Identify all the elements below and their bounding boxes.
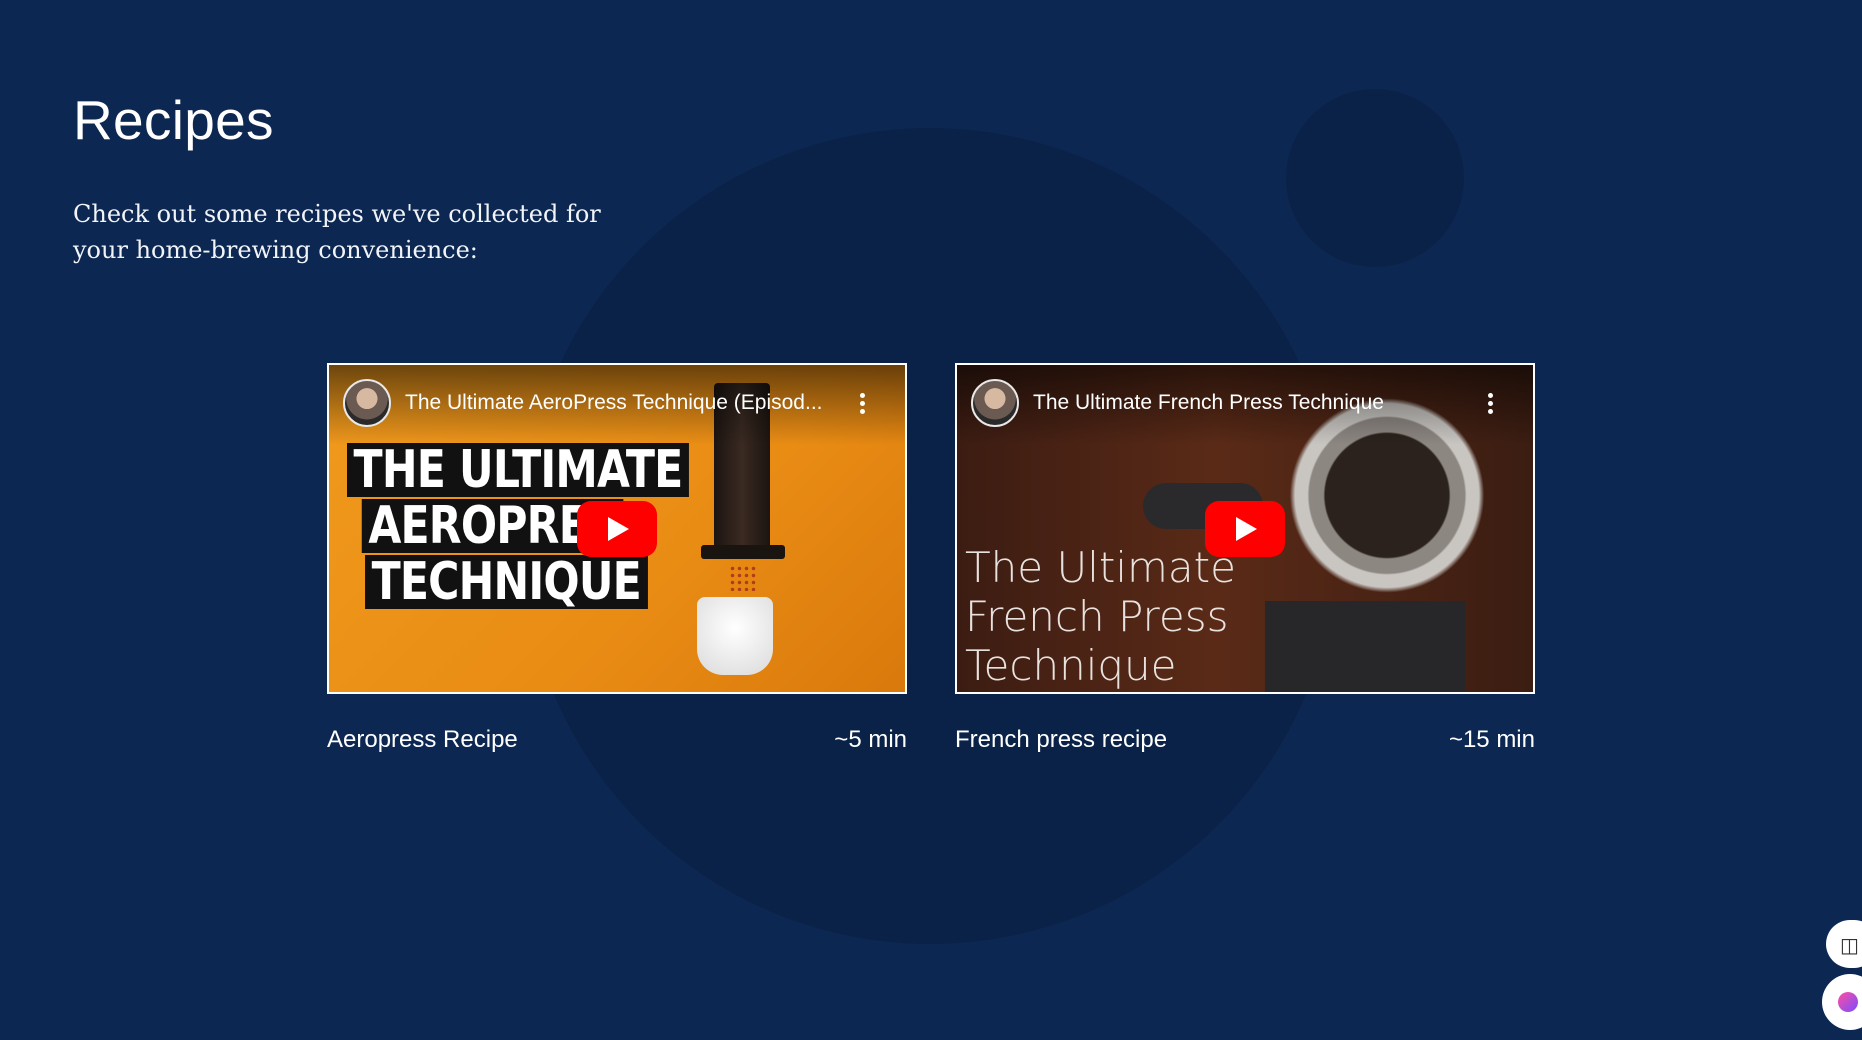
intro-text: Check out some recipes we've collected f…	[73, 200, 601, 264]
assistant-button[interactable]	[1822, 974, 1862, 1030]
thumbnail-line: Technique	[965, 641, 1177, 690]
channel-avatar[interactable]	[343, 379, 391, 427]
more-vertical-icon[interactable]	[859, 393, 865, 415]
recipe-caption: French press recipe ~15 min	[955, 726, 1535, 754]
assistant-icon	[1838, 992, 1858, 1012]
coffee-beans-image	[729, 565, 757, 591]
video-title[interactable]: The Ultimate AeroPress Technique (Episod…	[405, 391, 845, 415]
page-title: Recipes	[73, 89, 274, 151]
recipe-name: Aeropress Recipe	[327, 726, 518, 753]
thumbnail-line: French Press	[965, 592, 1229, 641]
thumbnail-text: The Ultimate French Press Technique	[965, 543, 1236, 690]
more-vertical-icon[interactable]	[1487, 393, 1493, 415]
recipe-card-french-press: The Ultimate French Press Technique The …	[955, 363, 1535, 754]
video-embed-french-press[interactable]: The Ultimate French Press Technique The …	[955, 363, 1535, 694]
book-icon: ◫	[1840, 935, 1859, 957]
background-circle-small	[1286, 89, 1464, 267]
video-title[interactable]: The Ultimate French Press Technique	[1033, 391, 1473, 415]
thumbnail-line: TECHNIQUE	[365, 555, 648, 609]
play-button-icon[interactable]	[1205, 500, 1285, 557]
scale-image	[1265, 601, 1465, 692]
play-button-icon[interactable]	[577, 500, 657, 557]
recipe-caption: Aeropress Recipe ~5 min	[327, 726, 907, 754]
recipe-duration: ~15 min	[1448, 726, 1535, 753]
recipe-duration: ~5 min	[834, 726, 907, 753]
recipe-name: French press recipe	[955, 726, 1168, 753]
coffee-cup-image	[697, 597, 773, 675]
reader-button[interactable]: ◫	[1826, 920, 1862, 968]
channel-avatar[interactable]	[971, 379, 1019, 427]
video-embed-aeropress[interactable]: THE ULTIMATE AEROPRES TECHNIQUE The Ulti…	[327, 363, 907, 694]
thumbnail-line: The Ultimate	[965, 543, 1236, 592]
aeropress-base-image	[701, 545, 785, 559]
recipe-card-aeropress: THE ULTIMATE AEROPRES TECHNIQUE The Ulti…	[327, 363, 907, 754]
thumbnail-line: THE ULTIMATE	[347, 443, 690, 497]
